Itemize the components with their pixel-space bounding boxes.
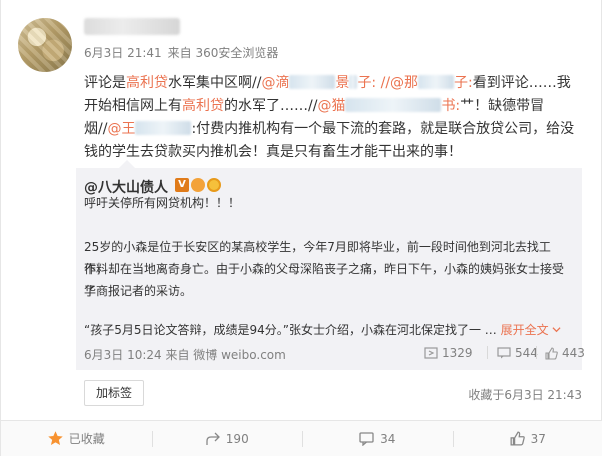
author-badges: V bbox=[175, 178, 221, 192]
medal-badge-icon[interactable] bbox=[207, 178, 221, 192]
thumbs-up-icon bbox=[545, 346, 558, 360]
repost-text-line: “孩子5月5日论文答辩，成绩是94分。”张女士介绍，小森在河北保定找了一 … 展… bbox=[84, 319, 574, 341]
repost-text-line: 呼吁关停所有网贷机构！！！ bbox=[84, 196, 241, 210]
repost-footer[interactable]: 6月3日 10:24 来自 微博 weibo.com bbox=[84, 346, 286, 363]
action-bar: 已收藏 190 34 37 bbox=[1, 420, 602, 456]
post-source: 来自 360安全浏览器 bbox=[167, 46, 279, 60]
forward-count: 190 bbox=[225, 431, 249, 446]
repost-text-line: 华商报记者的采访。 bbox=[84, 284, 193, 298]
mention-link[interactable]: @王 bbox=[107, 121, 135, 137]
comment-icon bbox=[497, 347, 511, 359]
redacted-text bbox=[345, 98, 442, 112]
mention-link[interactable]: @那 bbox=[390, 75, 418, 91]
post-line-2: 开始相信网上有高利贷的水军了……//@猫 书:艹！缺德带冒 bbox=[84, 98, 545, 114]
post-date[interactable]: 6月3日 21:41 bbox=[84, 46, 162, 60]
forward-icon bbox=[206, 432, 220, 445]
repost-forward-count[interactable]: 1329 bbox=[424, 346, 473, 360]
favorited-time: 收藏于6月3日 21:43 bbox=[468, 388, 582, 402]
forward-button[interactable]: 190 bbox=[151, 421, 303, 456]
expand-full-text-link[interactable]: 展开全文 bbox=[501, 323, 562, 337]
redacted-text bbox=[418, 75, 455, 89]
like-count: 37 bbox=[530, 431, 546, 446]
member-badge-icon[interactable] bbox=[191, 178, 205, 192]
mention-link[interactable]: @猫 bbox=[317, 98, 345, 114]
verified-badge-icon[interactable]: V bbox=[175, 178, 189, 192]
star-icon bbox=[48, 431, 63, 446]
keyword-highlight[interactable]: 高利贷 bbox=[126, 75, 168, 91]
post-line-1: 评论是高利贷水军集中区啊//@滴景子: //@那 子:看到评论……我 bbox=[84, 75, 571, 91]
post-body: 评论是高利贷水军集中区啊//@滴景子: //@那 子:看到评论……我 开始相信网上… bbox=[84, 72, 589, 164]
post-meta: 6月3日 21:41 来自 360安全浏览器 bbox=[84, 44, 284, 61]
add-tag-button[interactable]: 加标签 bbox=[84, 380, 144, 406]
chevron-down-icon bbox=[552, 327, 562, 333]
redacted-text bbox=[289, 75, 336, 89]
username-redacted[interactable] bbox=[84, 18, 180, 35]
repost-arrow bbox=[119, 160, 135, 168]
like-button[interactable]: 37 bbox=[452, 421, 602, 456]
forward-icon bbox=[424, 347, 438, 359]
favorite-button[interactable]: 已收藏 bbox=[1, 421, 152, 456]
comment-button[interactable]: 34 bbox=[302, 421, 453, 456]
repost-comment-count[interactable]: 544 bbox=[497, 346, 538, 360]
redacted-text bbox=[135, 121, 192, 135]
favorite-label: 已收藏 bbox=[68, 432, 105, 446]
thumbs-up-icon bbox=[510, 431, 525, 446]
keyword-highlight[interactable]: 高利贷 bbox=[182, 98, 224, 114]
repost-like-count[interactable]: 443 bbox=[545, 346, 585, 360]
comment-count: 34 bbox=[380, 431, 396, 446]
mention-link[interactable]: @滴 bbox=[261, 75, 289, 91]
avatar[interactable] bbox=[18, 18, 72, 72]
comment-icon bbox=[359, 431, 374, 446]
weibo-post-card: 6月3日 21:41 来自 360安全浏览器 评论是高利贷水军集中区啊//@滴景子… bbox=[0, 0, 602, 456]
post-line-4: 钱的学生去贷款买内推机会！真是只有畜生才能干出来的事！ bbox=[84, 144, 462, 160]
post-line-3: 烟//@王:付费内推机构有一个最下流的套路，就是联合放贷公司，给没 bbox=[84, 121, 575, 137]
